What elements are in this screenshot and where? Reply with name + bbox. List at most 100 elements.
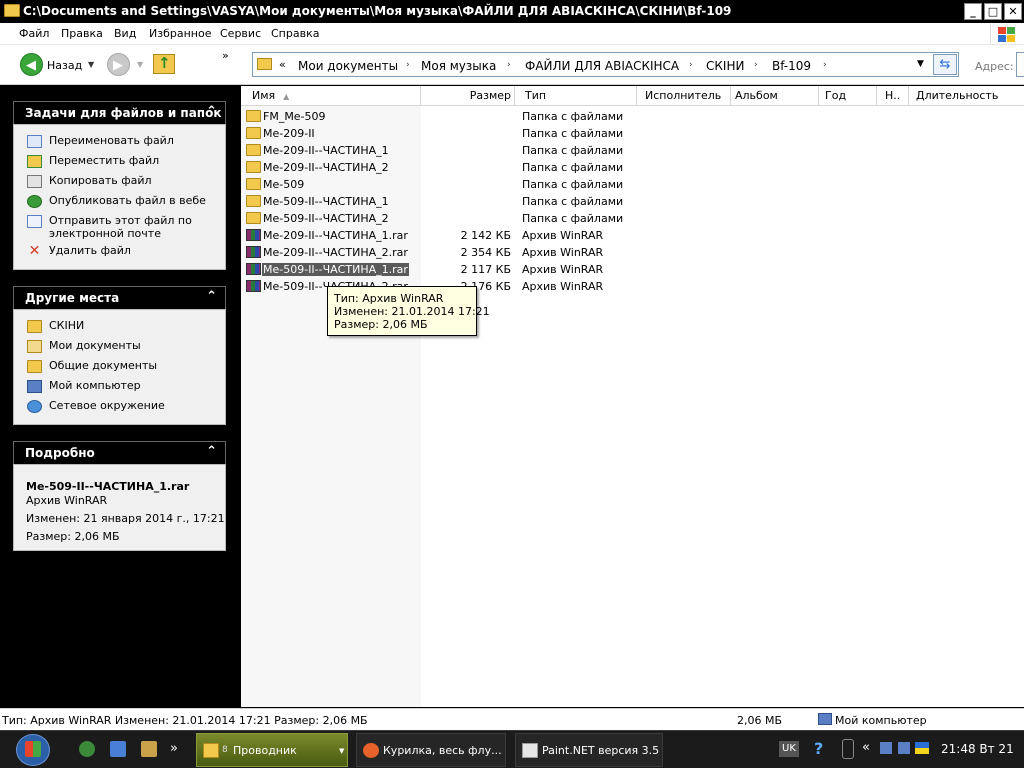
column-type[interactable]: Тип xyxy=(521,86,637,106)
toolbar-overflow-button[interactable]: » xyxy=(222,49,229,62)
column-year[interactable]: Год xyxy=(821,86,877,106)
menu-favorites[interactable]: Избранное xyxy=(149,27,211,40)
file-row[interactable]: Me-209-II--ЧАСТИНА_1.rar 2 142 КБ Архив Wi… xyxy=(241,227,1024,244)
file-row[interactable]: Me-509-II--ЧАСТИНА_1.rar 2 117 КБ Архив Wi… xyxy=(241,261,1024,278)
clock[interactable]: 21:48 Вт 21 xyxy=(941,742,1014,756)
winrar-archive-icon xyxy=(246,229,261,241)
file-name[interactable]: Me-209-II xyxy=(262,127,316,140)
column-size[interactable]: Размер xyxy=(421,86,515,106)
collapse-icon[interactable]: ⌃ xyxy=(206,104,217,119)
refresh-icon[interactable]: ⇆ xyxy=(933,54,957,75)
menu-file[interactable]: Файл xyxy=(19,27,49,40)
file-tasks-body: Переименовать файл Переместить файл Копи… xyxy=(13,124,226,270)
up-folder-button[interactable]: ↑ xyxy=(153,54,175,74)
collapse-icon[interactable]: ⌃ xyxy=(206,289,217,304)
breadcrumb-skins[interactable]: СКІНИ xyxy=(706,59,744,73)
address-field[interactable] xyxy=(1016,52,1024,77)
menu-help[interactable]: Справка xyxy=(271,27,319,40)
folder-row[interactable]: FM_Me-509 Папка с файлами xyxy=(241,108,1024,125)
column-artist[interactable]: Исполнитель xyxy=(641,86,731,106)
forward-button[interactable]: ▶ xyxy=(107,53,130,76)
breadcrumb-bf-109[interactable]: Bf-109 xyxy=(772,59,811,73)
safely-remove-icon[interactable] xyxy=(842,739,854,759)
maximize-button[interactable]: □ xyxy=(984,3,1002,20)
minimize-button[interactable]: _ xyxy=(964,3,982,20)
title-bar[interactable]: C:\Documents and Settings\VASYA\Мои доку… xyxy=(0,0,1024,23)
other-places-header[interactable]: Другие места ⌃ xyxy=(13,286,226,309)
ukraine-flag-icon[interactable] xyxy=(915,742,929,754)
help-icon[interactable]: ? xyxy=(814,739,823,758)
taskbar-explorer-button[interactable]: 8 Проводник ▼ xyxy=(196,733,348,767)
file-name[interactable]: Me-209-II--ЧАСТИНА_2 xyxy=(262,161,390,174)
breadcrumb-separator-icon[interactable]: › xyxy=(754,60,758,70)
language-indicator[interactable]: UK xyxy=(779,741,799,757)
file-name[interactable]: Me-209-II--ЧАСТИНА_1.rar xyxy=(262,229,409,242)
tray-overflow-button[interactable]: « xyxy=(862,740,870,755)
quick-launch-overflow[interactable]: » xyxy=(170,741,178,756)
column-name[interactable]: Имя ▲ xyxy=(248,86,421,106)
back-label[interactable]: Назад xyxy=(47,59,82,72)
web-publish-icon xyxy=(27,195,42,208)
file-name[interactable]: Me-509-II--ЧАСТИНА_1.rar xyxy=(262,263,409,276)
folder-icon xyxy=(246,127,261,139)
breadcrumb-separator-icon[interactable]: › xyxy=(823,60,827,70)
menu-tools[interactable]: Сервис xyxy=(220,27,261,40)
taskbar-paintnet-button[interactable]: Paint.NET версия 3.5 xyxy=(515,733,663,767)
breadcrumb-separator-icon[interactable]: › xyxy=(507,60,511,70)
forward-history-dropdown-icon[interactable]: ▼ xyxy=(137,60,143,69)
file-name[interactable]: Me-209-II--ЧАСТИНА_1 xyxy=(262,144,390,157)
quick-launch-app-icon[interactable] xyxy=(110,741,126,757)
start-button[interactable] xyxy=(16,734,50,766)
collapse-icon[interactable]: ⌃ xyxy=(206,444,217,459)
quick-launch-app-icon[interactable] xyxy=(141,741,157,757)
globe-icon[interactable] xyxy=(79,741,95,757)
breadcrumb-my-music[interactable]: Моя музыка xyxy=(421,59,496,73)
window-title: C:\Documents and Settings\VASYA\Мои доку… xyxy=(23,4,732,18)
folder-row[interactable]: Me-509-II--ЧАСТИНА_2 Папка с файлами xyxy=(241,210,1024,227)
back-history-dropdown-icon[interactable]: ▼ xyxy=(88,60,94,69)
menu-view[interactable]: Вид xyxy=(114,27,136,40)
address-bar[interactable]: « Мои документы › Моя музыка › ФАЙЛИ ДЛЯ… xyxy=(252,52,959,77)
file-size: 2 354 КБ xyxy=(460,246,511,259)
file-tasks-title: Задачи для файлов и папок xyxy=(25,106,222,120)
folder-row[interactable]: Me-209-II Папка с файлами xyxy=(241,125,1024,142)
breadcrumb-separator-icon[interactable]: › xyxy=(406,60,410,70)
file-row[interactable]: Me-209-II--ЧАСТИНА_2.rar 2 354 КБ Архив Wi… xyxy=(241,244,1024,261)
task-label: Отправить этот файл по xyxy=(49,214,192,227)
folder-row[interactable]: Me-509-II--ЧАСТИНА_1 Папка с файлами xyxy=(241,193,1024,210)
file-list[interactable]: Имя ▲ Размер Тип Исполнитель Альбом Год Н… xyxy=(241,86,1024,707)
column-album[interactable]: Альбом xyxy=(731,86,819,106)
file-name[interactable]: Me-509-II--ЧАСТИНА_1 xyxy=(262,195,390,208)
breadcrumb-separator-icon[interactable]: › xyxy=(689,60,693,70)
address-back-chevron[interactable]: « xyxy=(279,58,286,71)
file-name[interactable]: FM_Me-509 xyxy=(262,110,327,123)
details-header[interactable]: Подробно ⌃ xyxy=(13,441,226,464)
details-body: Me-509-II--ЧАСТИНА_1.rar Архив WinRAR Из… xyxy=(13,464,226,551)
address-dropdown-icon[interactable]: ▼ xyxy=(917,59,924,69)
folder-icon xyxy=(246,110,261,122)
column-duration[interactable]: Длительность xyxy=(912,86,1024,106)
column-track-number[interactable]: Н.. xyxy=(881,86,909,106)
taskbar-firefox-button[interactable]: Курилка, весь флу... xyxy=(356,733,506,767)
file-name[interactable]: Me-509-II--ЧАСТИНА_2 xyxy=(262,212,390,225)
group-dropdown-icon[interactable]: ▼ xyxy=(339,747,344,755)
file-tasks-header[interactable]: Задачи для файлов и папок ⌃ xyxy=(13,101,226,124)
close-button[interactable]: ✕ xyxy=(1004,3,1022,20)
breadcrumb-aviaskins-files[interactable]: ФАЙЛИ ДЛЯ АВІАСКІНСА xyxy=(525,59,679,73)
file-type: Папка с файлами xyxy=(522,212,624,225)
file-name[interactable]: Me-209-II--ЧАСТИНА_2.rar xyxy=(262,246,409,259)
folder-row[interactable]: Me-209-II--ЧАСТИНА_2 Папка с файлами xyxy=(241,159,1024,176)
menu-edit[interactable]: Правка xyxy=(61,27,103,40)
windows-logo-icon xyxy=(25,741,41,757)
folder-row[interactable]: Me-509 Папка с файлами xyxy=(241,176,1024,193)
breadcrumb-my-documents[interactable]: Мои документы xyxy=(298,59,398,73)
copy-icon xyxy=(27,175,42,188)
network-icon[interactable] xyxy=(898,742,910,754)
file-info-tooltip: Тип: Архив WinRAR Изменен: 21.01.2014 17… xyxy=(327,286,490,336)
file-type: Папка с файлами xyxy=(522,144,624,157)
network-icon[interactable] xyxy=(880,742,892,754)
file-name[interactable]: Me-509 xyxy=(262,178,305,191)
forward-arrow-icon: ▶ xyxy=(113,58,123,73)
folder-row[interactable]: Me-209-II--ЧАСТИНА_1 Папка с файлами xyxy=(241,142,1024,159)
back-button[interactable]: ◀ xyxy=(20,53,43,76)
